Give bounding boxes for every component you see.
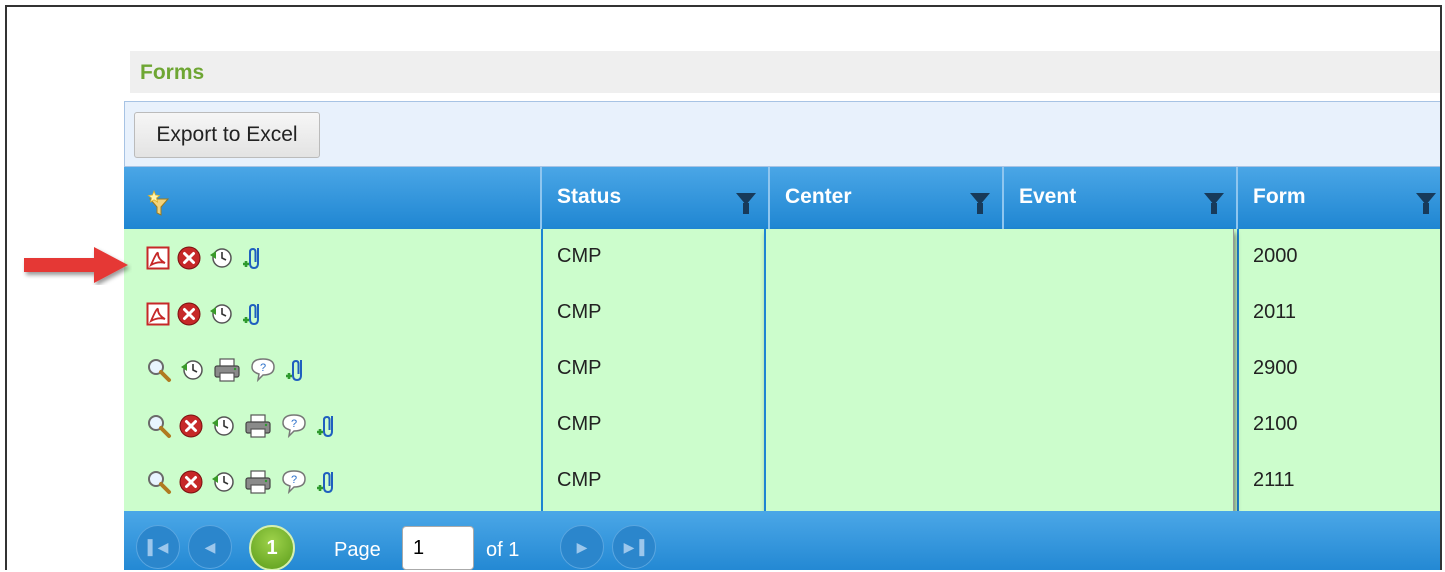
print-icon[interactable] — [243, 413, 273, 439]
delete-icon[interactable] — [179, 470, 203, 494]
view-icon[interactable] — [146, 357, 172, 383]
svg-text:?: ? — [260, 362, 266, 374]
panel-title: Forms — [140, 61, 205, 84]
print-icon[interactable] — [243, 469, 273, 495]
svg-text:?: ? — [291, 418, 297, 430]
screenshot-frame: Forms Export to Excel Status Center Even… — [5, 5, 1442, 570]
history-icon[interactable] — [210, 414, 236, 438]
attach-icon[interactable] — [241, 245, 267, 271]
row-action-icons: ? — [146, 469, 341, 495]
page-count-label: of 1 — [486, 539, 520, 561]
clear-filter-icon[interactable] — [146, 189, 172, 222]
forms-panel-header: Forms — [130, 51, 1440, 93]
status-cell: CMP — [557, 413, 602, 435]
history-icon[interactable] — [208, 302, 234, 326]
attach-icon[interactable] — [315, 469, 341, 495]
filter-icon[interactable] — [1416, 193, 1436, 214]
status-cell: CMP — [557, 469, 602, 491]
column-header-status[interactable]: Status — [542, 167, 770, 229]
status-cell: CMP — [557, 245, 602, 267]
history-icon[interactable] — [208, 246, 234, 270]
delete-icon[interactable] — [177, 246, 201, 270]
row-action-icons: ? — [146, 413, 341, 439]
column-header-center[interactable]: Center — [770, 167, 1004, 229]
filter-icon[interactable] — [736, 193, 756, 214]
red-arrow-icon — [24, 247, 128, 283]
column-header-form[interactable]: Form — [1238, 167, 1440, 229]
comment-icon[interactable]: ? — [280, 469, 308, 495]
column-header-label: Center — [785, 185, 852, 208]
comment-icon[interactable]: ? — [280, 413, 308, 439]
filter-icon[interactable] — [970, 193, 990, 214]
row-action-icons — [146, 245, 267, 271]
last-page-button[interactable]: ▶▐ — [612, 525, 656, 569]
column-header-label: Form — [1253, 185, 1306, 208]
attach-icon[interactable] — [315, 413, 341, 439]
status-cell: CMP — [557, 357, 602, 379]
form-cell: 2111 — [1253, 469, 1295, 491]
grid-header: Status Center Event Form — [124, 167, 1440, 229]
status-cell: CMP — [557, 301, 602, 323]
print-icon[interactable] — [212, 357, 242, 383]
row-action-icons — [146, 301, 267, 327]
page-number-input[interactable] — [402, 526, 474, 570]
history-icon[interactable] — [179, 358, 205, 382]
export-to-excel-button[interactable]: Export to Excel — [134, 112, 320, 158]
column-header-label: Event — [1019, 185, 1077, 208]
row-action-icons: ? — [146, 357, 310, 383]
svg-text:?: ? — [291, 474, 297, 486]
actions-column-header — [124, 167, 542, 229]
current-page-button[interactable]: 1 — [249, 525, 295, 570]
column-header-label: Status — [557, 185, 622, 208]
form-cell: 2000 — [1253, 245, 1298, 267]
delete-icon[interactable] — [177, 302, 201, 326]
first-page-button[interactable]: ▌◀ — [136, 525, 180, 569]
center-event-dropdown-overlay — [764, 229, 1234, 519]
grid-toolbar: Export to Excel — [124, 101, 1440, 167]
column-header-event[interactable]: Event — [1004, 167, 1238, 229]
delete-icon[interactable] — [179, 414, 203, 438]
attach-icon[interactable] — [241, 301, 267, 327]
pdf-icon[interactable] — [146, 246, 170, 270]
view-icon[interactable] — [146, 469, 172, 495]
form-cell: 2900 — [1253, 357, 1298, 379]
form-cell: 2100 — [1253, 413, 1298, 435]
next-page-button[interactable]: ▶ — [560, 525, 604, 569]
view-icon[interactable] — [146, 413, 172, 439]
pdf-icon[interactable] — [146, 302, 170, 326]
previous-page-button[interactable]: ◀ — [188, 525, 232, 569]
grid-pager: ▌◀ ◀ 1 Page of 1 ▶ ▶▐ — [124, 511, 1440, 570]
attach-icon[interactable] — [284, 357, 310, 383]
filter-icon[interactable] — [1204, 193, 1224, 214]
form-cell: 2011 — [1253, 301, 1297, 323]
comment-icon[interactable]: ? — [249, 357, 277, 383]
history-icon[interactable] — [210, 470, 236, 494]
page-label: Page — [334, 539, 381, 561]
